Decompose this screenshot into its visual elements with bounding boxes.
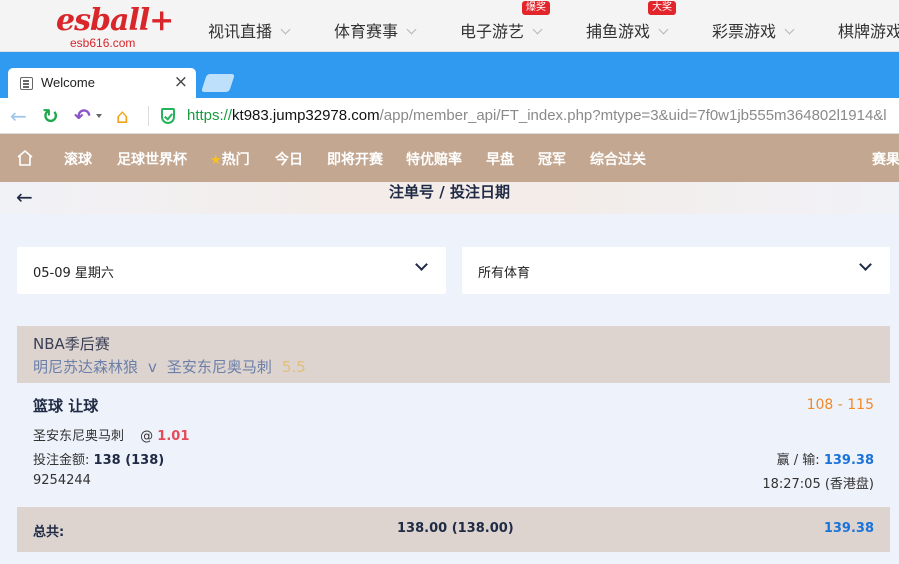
total-row: 总共: 138.00 (138.00) 139.38	[17, 507, 890, 552]
site-nav-label: 体育赛事	[334, 22, 399, 41]
win-loss: 赢 / 输: 139.38	[777, 449, 874, 468]
separator	[148, 106, 149, 126]
total-stake: 138.00 (138.00)	[397, 521, 514, 536]
chevron-down-icon	[784, 24, 795, 35]
url-host: kt983.jump32978.com	[232, 107, 380, 124]
tab-welcome[interactable]: Welcome ×	[8, 68, 196, 98]
bet-time: 18:27:05 (香港盘)	[762, 477, 874, 492]
close-icon[interactable]: ×	[174, 72, 188, 92]
vs-label: v	[148, 358, 157, 376]
win-loss-label: 赢 / 输:	[776, 453, 820, 468]
chevron-down-icon	[280, 24, 291, 35]
reload-icon[interactable]: ↻	[42, 104, 59, 128]
home-icon[interactable]: ⌂	[116, 104, 129, 128]
total-win: 139.38	[823, 521, 874, 536]
chevron-down-icon	[859, 258, 872, 271]
tab-bar: Welcome ×	[0, 52, 899, 98]
page-icon	[20, 77, 33, 90]
site-nav-label: 彩票游戏	[712, 22, 777, 41]
home-icon[interactable]	[16, 149, 34, 167]
hot-badge: 大奖	[648, 1, 676, 15]
total-label: 总共:	[33, 525, 65, 540]
site-nav-slots[interactable]: 爆奖 电子游艺	[460, 1, 550, 42]
logo-domain: esb616.com	[70, 36, 136, 50]
site-header: esball+ esb616.com 视讯直播 体育赛事 爆奖 电子游艺 大奖 …	[0, 0, 899, 52]
league-name: NBA季后赛	[33, 335, 110, 353]
sports-nav-today[interactable]: 今日	[275, 149, 303, 169]
date-select-value: 05-09 星期六	[33, 266, 114, 281]
site-logo[interactable]: esball+ esb616.com	[56, 3, 174, 51]
handicap-value: 5.5	[281, 358, 306, 376]
site-nav-label: 捕鱼游戏	[586, 22, 651, 41]
page-header: ← 注单号 / 投注日期	[0, 182, 899, 214]
page-title: 注单号 / 投注日期	[389, 183, 510, 201]
ticket-id: 9254244	[33, 473, 91, 488]
selected-team: 圣安东尼奥马刺	[33, 429, 125, 444]
hot-badge: 爆奖	[522, 1, 550, 15]
bet-type: 篮球 让球	[33, 397, 99, 415]
match-teams: 明尼苏达森林狼 v 圣安东尼奥马刺 5.5	[33, 356, 306, 377]
site-nav-sports[interactable]: 体育赛事	[334, 18, 417, 42]
stake-label: 投注金额:	[33, 453, 90, 468]
stake-value: 138 (138)	[93, 453, 165, 468]
undo-icon[interactable]: ↶	[74, 104, 91, 128]
dropdown-arrow-icon[interactable]	[96, 114, 102, 118]
bet-selection: 圣安东尼奥马刺 @ 1.01	[33, 425, 189, 444]
sport-select-value: 所有体育	[478, 266, 531, 281]
sports-nav-results[interactable]: 赛果	[872, 149, 899, 169]
odds-value: 1.01	[157, 429, 190, 444]
date-select[interactable]: 05-09 星期六	[17, 247, 446, 294]
sports-nav-hot[interactable]: ★热门	[210, 149, 250, 169]
sports-nav: 滚球 足球世界杯 ★热门 今日 即将开赛 特优赔率 早盘 冠军 综合过关 赛果	[0, 134, 899, 182]
league-header: NBA季后赛 明尼苏达森林狼 v 圣安东尼奥马刺 5.5	[17, 326, 890, 383]
at-symbol: @	[140, 429, 154, 444]
url-input[interactable]: https://kt983.jump32978.com/app/member_a…	[187, 107, 887, 124]
sports-nav-outright[interactable]: 冠军	[538, 149, 566, 169]
site-nav-label: 棋牌游戏	[838, 22, 899, 41]
match-score: 108 - 115	[806, 397, 874, 413]
win-loss-value: 139.38	[823, 453, 874, 468]
page-content: ← 注单号 / 投注日期 05-09 星期六 所有体育 NBA季后赛 明尼苏达森…	[0, 182, 899, 564]
shield-icon	[161, 108, 175, 124]
back-arrow-icon[interactable]: ←	[10, 104, 27, 128]
site-nav-label: 视讯直播	[208, 22, 273, 41]
logo-text: esball+	[56, 3, 174, 38]
chevron-down-icon	[415, 258, 428, 271]
sports-nav-world-cup[interactable]: 足球世界杯	[117, 149, 187, 169]
chevron-down-icon	[406, 24, 417, 35]
chevron-down-icon	[658, 24, 669, 35]
chevron-down-icon	[532, 24, 543, 35]
sports-nav-label: 热门	[221, 152, 250, 168]
site-nav-fishing[interactable]: 大奖 捕鱼游戏	[586, 1, 676, 42]
url-path: /app/member_api/FT_index.php?mtype=3&uid…	[379, 107, 887, 124]
sports-nav-inplay[interactable]: 滚球	[64, 149, 92, 169]
stake-amount: 投注金额: 138 (138)	[33, 449, 164, 468]
site-nav-lottery[interactable]: 彩票游戏	[712, 18, 795, 42]
sports-nav-upcoming[interactable]: 即将开赛	[327, 149, 383, 169]
sports-nav-early[interactable]: 早盘	[486, 149, 514, 169]
site-nav-label: 电子游艺	[460, 22, 525, 41]
browser-window: Welcome × ← ↻ ↶ ⌂ https://kt983.jump3297…	[0, 52, 899, 564]
new-tab-button[interactable]	[201, 74, 235, 92]
sport-select[interactable]: 所有体育	[462, 247, 890, 294]
url-scheme: https://	[187, 107, 233, 124]
site-nav-cards[interactable]: 棋牌游戏	[838, 18, 899, 42]
site-nav-live-video[interactable]: 视讯直播	[208, 18, 291, 42]
tab-title: Welcome	[41, 75, 95, 90]
star-icon: ★	[210, 153, 222, 168]
away-team: 圣安东尼奥马刺	[166, 358, 272, 376]
sports-nav-parlay[interactable]: 综合过关	[590, 149, 646, 169]
sports-nav-best-odds[interactable]: 特优赔率	[406, 149, 462, 169]
home-team: 明尼苏达森林狼	[33, 358, 139, 376]
bet-details: 篮球 让球 108 - 115 圣安东尼奥马刺 @ 1.01 投注金额: 138…	[17, 383, 890, 503]
address-bar: ← ↻ ↶ ⌂ https://kt983.jump32978.com/app/…	[0, 98, 899, 134]
